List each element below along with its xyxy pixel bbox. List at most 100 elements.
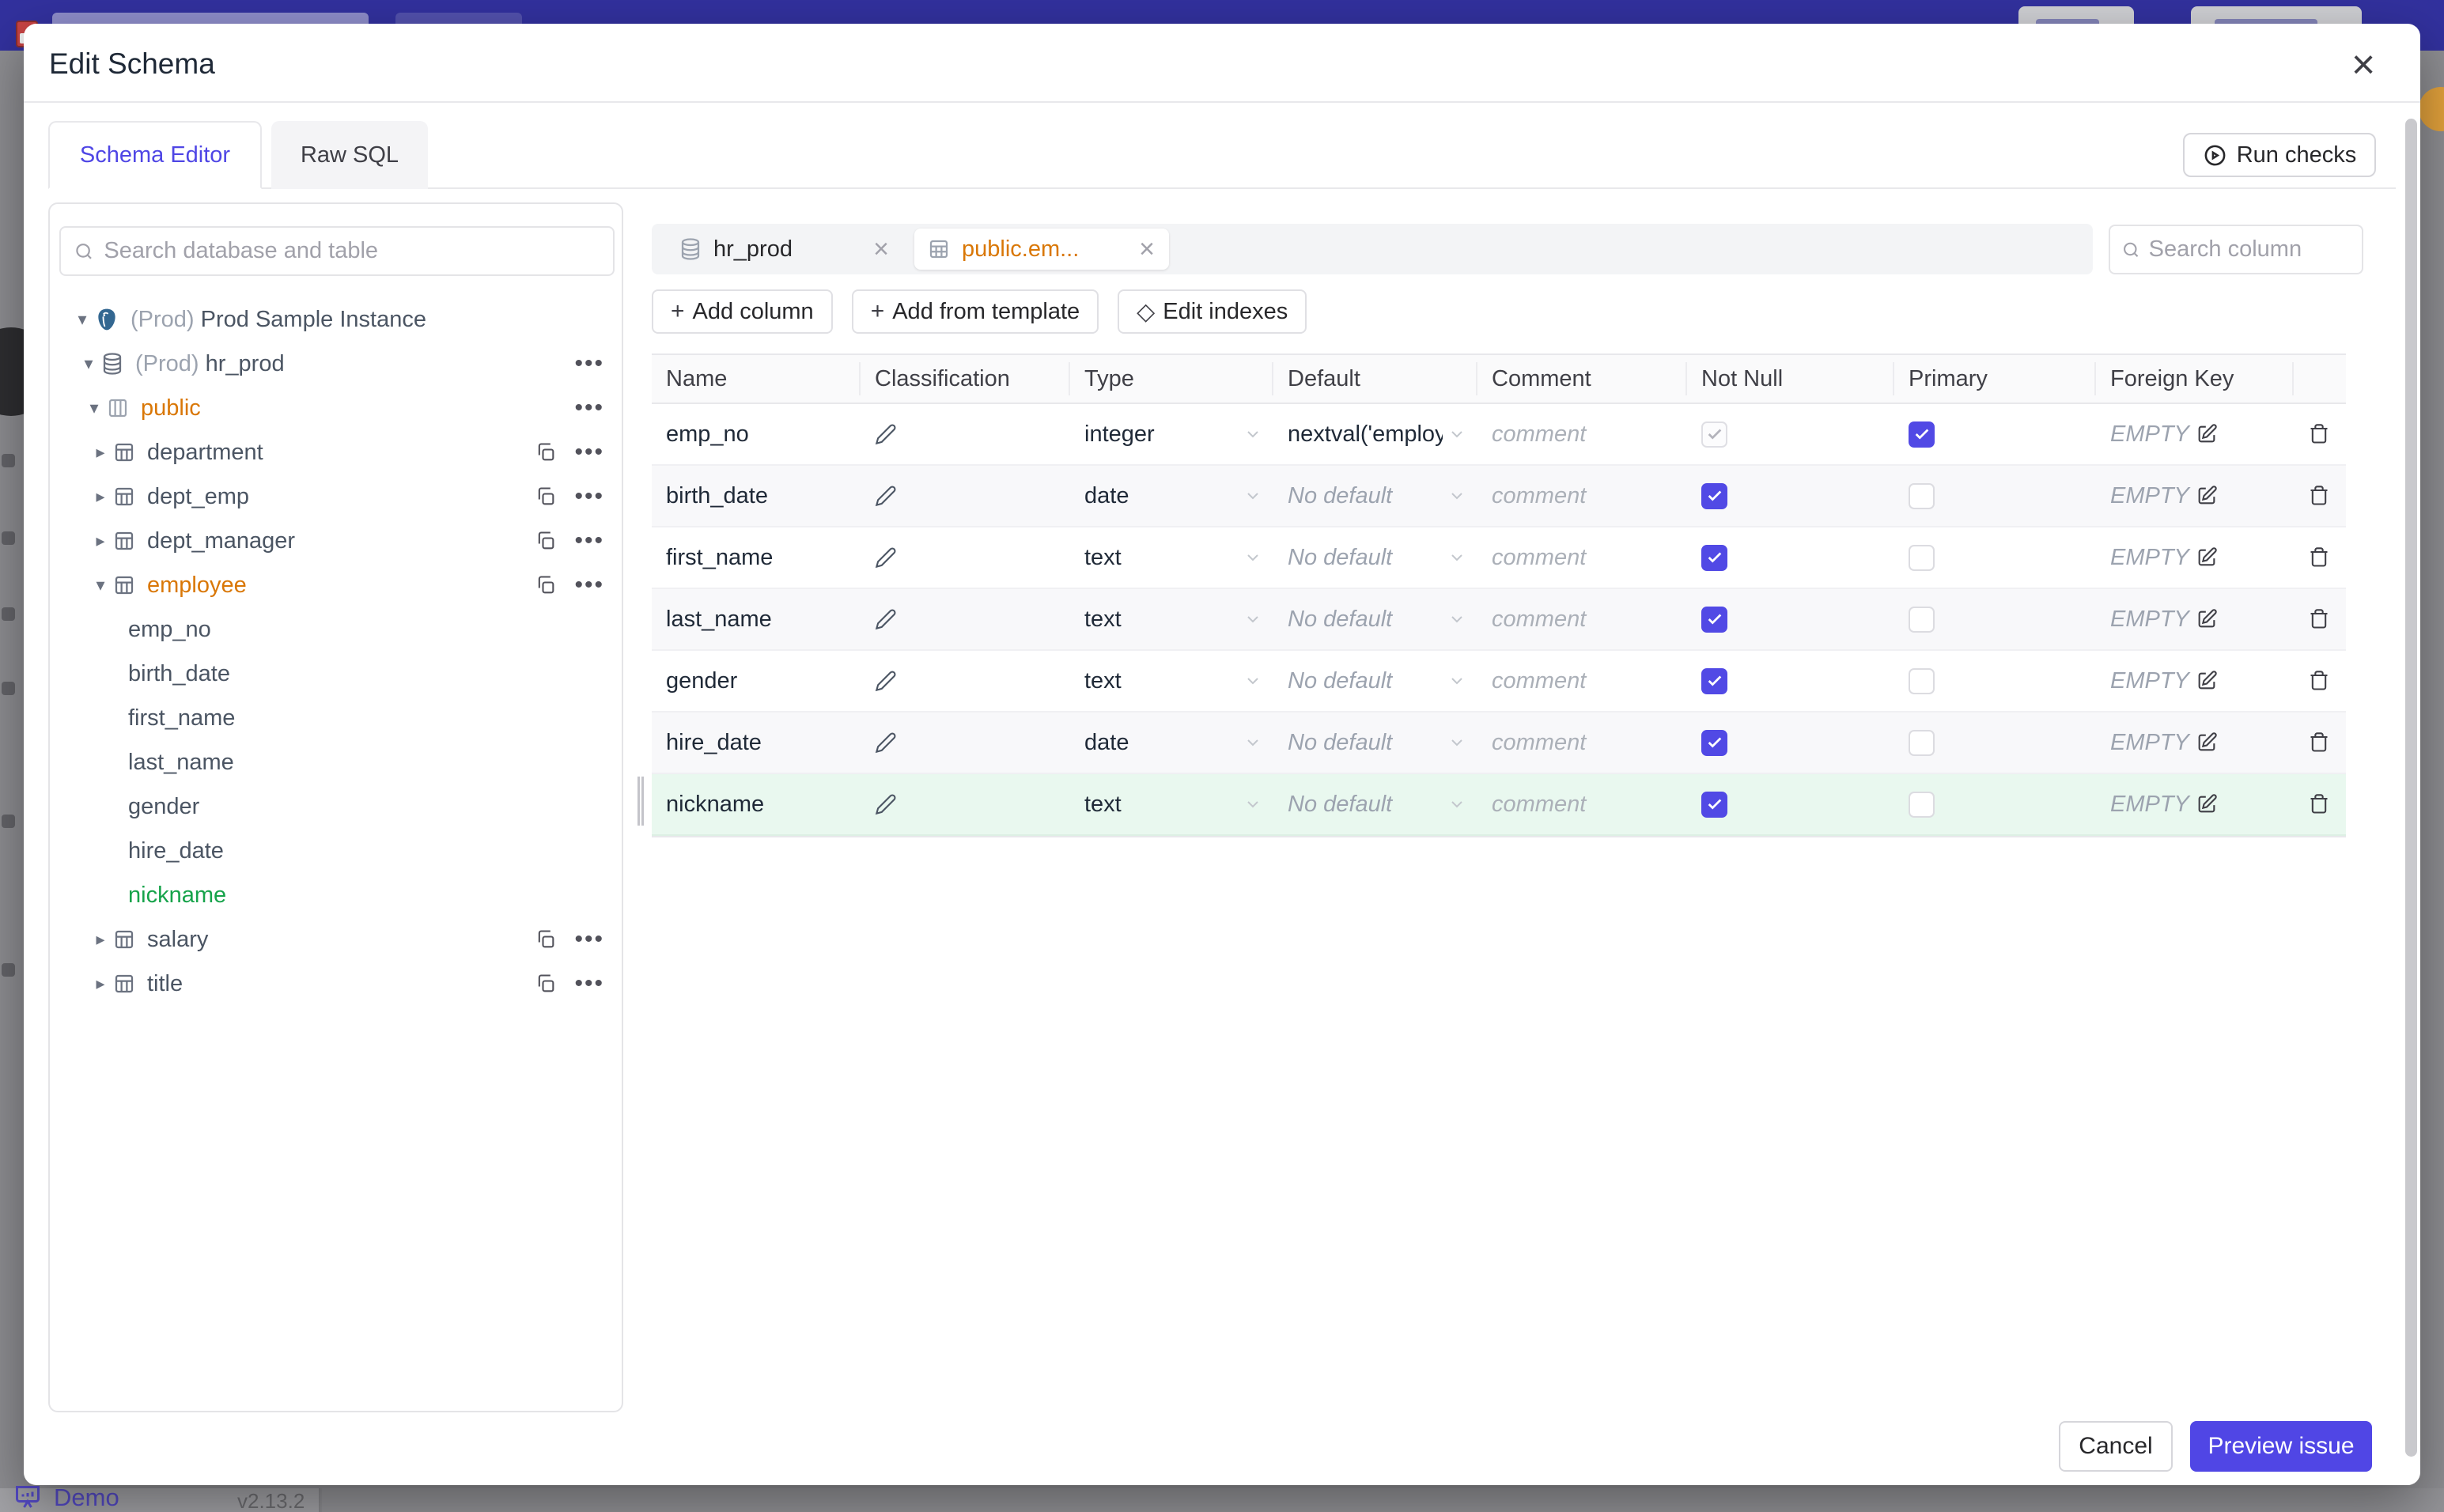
edit-icon[interactable] (2196, 423, 2218, 445)
pencil-icon[interactable] (875, 423, 897, 445)
type-select[interactable]: text (1070, 792, 1273, 818)
comment-input[interactable]: comment (1477, 607, 1687, 633)
tree-column-last-name[interactable]: last_name (50, 740, 622, 784)
tree-item-employee[interactable]: ▾ employee ••• (50, 563, 622, 607)
comment-input[interactable]: comment (1477, 483, 1687, 509)
tree-column-first-name[interactable]: first_name (50, 696, 622, 740)
edit-icon[interactable] (2196, 793, 2218, 815)
tree-column-hire-date[interactable]: hire_date (50, 829, 622, 873)
chevron-right-icon[interactable]: ▸ (89, 531, 112, 551)
preview-issue-button[interactable]: Preview issue (2190, 1421, 2372, 1472)
copy-icon[interactable] (535, 973, 557, 995)
tree-item-dept-emp[interactable]: ▸ dept_emp ••• (50, 474, 622, 519)
close-icon[interactable]: × (2343, 44, 2384, 85)
add-from-template-button[interactable]: + Add from template (851, 289, 1099, 334)
primary-checkbox[interactable] (1909, 667, 1935, 694)
tree-item-hr-prod[interactable]: ▾ (Prod) hr_prod ••• (50, 342, 622, 386)
chevron-right-icon[interactable]: ▸ (89, 929, 112, 950)
comment-input[interactable]: comment (1477, 421, 1687, 448)
tree-column-birth-date[interactable]: birth_date (50, 652, 622, 696)
not-null-checkbox[interactable] (1701, 729, 1727, 756)
column-name-cell[interactable]: birth_date (652, 483, 861, 509)
tree-column-nickname[interactable]: nickname (50, 873, 622, 917)
comment-input[interactable]: comment (1477, 730, 1687, 756)
more-actions-icon[interactable]: ••• (574, 926, 604, 953)
tree-item-public[interactable]: ▾ public ••• (50, 386, 622, 430)
more-actions-icon[interactable]: ••• (574, 350, 604, 377)
more-actions-icon[interactable]: ••• (574, 970, 604, 997)
column-name-cell[interactable]: gender (652, 668, 861, 694)
not-null-checkbox[interactable] (1701, 606, 1727, 633)
classification-cell[interactable] (861, 608, 1070, 630)
more-actions-icon[interactable]: ••• (574, 527, 604, 554)
classification-cell[interactable] (861, 793, 1070, 815)
tree-column-emp-no[interactable]: emp_no (50, 607, 622, 652)
edit-icon[interactable] (2196, 731, 2218, 754)
column-name-cell[interactable]: last_name (652, 607, 861, 633)
default-select[interactable]: No default (1273, 668, 1477, 694)
trash-icon[interactable] (2308, 546, 2330, 569)
primary-checkbox[interactable] (1909, 729, 1935, 756)
not-null-checkbox[interactable] (1701, 667, 1727, 694)
chevron-down-icon[interactable]: ▾ (82, 398, 106, 418)
classification-cell[interactable] (861, 485, 1070, 507)
demo-link[interactable]: Demo (13, 1484, 119, 1512)
type-select[interactable]: text (1070, 668, 1273, 694)
edit-icon[interactable] (2196, 670, 2218, 692)
modal-scrollbar[interactable] (2405, 119, 2417, 1457)
comment-input[interactable]: comment (1477, 545, 1687, 571)
tree-search-box[interactable] (59, 226, 615, 276)
tree-item-title[interactable]: ▸ title ••• (50, 962, 622, 1006)
chevron-down-icon[interactable]: ▾ (89, 575, 112, 595)
add-column-button[interactable]: + Add column (652, 289, 833, 334)
primary-checkbox[interactable] (1909, 544, 1935, 571)
tree-search-input[interactable] (104, 238, 600, 264)
copy-icon[interactable] (535, 928, 557, 951)
chevron-down-icon[interactable]: ▾ (77, 353, 100, 374)
classification-cell[interactable] (861, 423, 1070, 445)
pencil-icon[interactable] (875, 731, 897, 754)
panel-resize-handle[interactable] (637, 777, 644, 826)
edit-icon[interactable] (2196, 608, 2218, 630)
classification-cell[interactable] (861, 731, 1070, 754)
trash-icon[interactable] (2308, 793, 2330, 815)
tree-item-salary[interactable]: ▸ salary ••• (50, 917, 622, 962)
type-select[interactable]: text (1070, 545, 1273, 571)
not-null-checkbox[interactable] (1701, 544, 1727, 571)
default-select[interactable]: No default (1273, 607, 1477, 633)
run-checks-button[interactable]: Run checks (2183, 133, 2376, 177)
classification-cell[interactable] (861, 670, 1070, 692)
edit-indexes-button[interactable]: ◇ Edit indexes (1118, 289, 1307, 334)
not-null-checkbox[interactable] (1701, 421, 1727, 448)
chevron-down-icon[interactable]: ▾ (70, 309, 94, 330)
more-actions-icon[interactable]: ••• (574, 483, 604, 510)
chevron-right-icon[interactable]: ▸ (89, 973, 112, 994)
column-search-box[interactable] (2109, 225, 2363, 274)
column-name-cell[interactable]: emp_no (652, 421, 861, 448)
comment-input[interactable]: comment (1477, 668, 1687, 694)
classification-cell[interactable] (861, 546, 1070, 569)
column-search-input[interactable] (2148, 236, 2351, 263)
default-select[interactable]: No default (1273, 545, 1477, 571)
tab-schema-editor[interactable]: Schema Editor (48, 121, 262, 189)
comment-input[interactable]: comment (1477, 792, 1687, 818)
chevron-right-icon[interactable]: ▸ (89, 442, 112, 463)
default-select[interactable]: No default (1273, 483, 1477, 509)
tab-chip-hr-prod[interactable]: hr_prod × (666, 229, 903, 270)
trash-icon[interactable] (2308, 485, 2330, 507)
pencil-icon[interactable] (875, 793, 897, 815)
edit-icon[interactable] (2196, 485, 2218, 507)
type-select[interactable]: text (1070, 607, 1273, 633)
more-actions-icon[interactable]: ••• (574, 439, 604, 466)
tree-item-department[interactable]: ▸ department ••• (50, 430, 622, 474)
not-null-checkbox[interactable] (1701, 791, 1727, 818)
primary-checkbox[interactable] (1909, 606, 1935, 633)
trash-icon[interactable] (2308, 731, 2330, 754)
type-select[interactable]: integer (1070, 421, 1273, 448)
copy-icon[interactable] (535, 574, 557, 596)
trash-icon[interactable] (2308, 608, 2330, 630)
tree-item-dept-manager[interactable]: ▸ dept_manager ••• (50, 519, 622, 563)
type-select[interactable]: date (1070, 483, 1273, 509)
pencil-icon[interactable] (875, 546, 897, 569)
copy-icon[interactable] (535, 441, 557, 463)
